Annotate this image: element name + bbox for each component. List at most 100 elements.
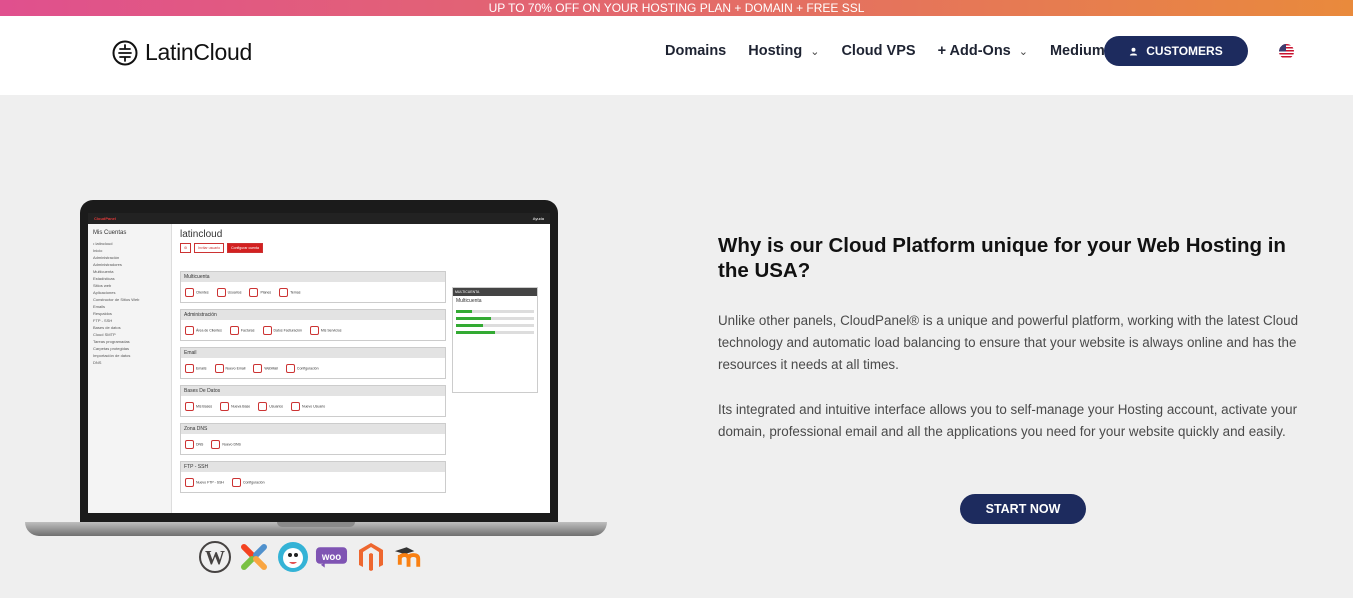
joomla-icon (237, 540, 270, 573)
cp-item-label: Nuevo Email (225, 365, 246, 370)
cp-sidebar-item: Importación de datos (93, 353, 131, 358)
cp-item-label: Nuevo DNS (222, 441, 241, 446)
cp-section-title: Email (181, 348, 445, 358)
cp-item-label: WebMail (264, 365, 278, 370)
laptop-screen-frame: CloudPanel Ayuda Mis Cuentas • latinclou… (80, 200, 558, 524)
cp-item-label: Nueva Base (231, 403, 251, 408)
cp-sidebar-item: Sitios web (93, 283, 112, 288)
cp-sidebar-item: Tareas programadas (93, 339, 130, 344)
nav-medium-label: Medium (1049, 43, 1105, 59)
cp-section-title: FTP - SSH (181, 462, 445, 472)
cp-buttons: ⚙ Invitar usuario Configurar cuenta (180, 243, 550, 253)
cp-item-label: Mis Bases (196, 403, 213, 408)
cp-sidebar-item: Aplicaciones (93, 290, 116, 295)
cp-item-label: Planes (260, 289, 272, 294)
cp-section-title: Administración (181, 310, 445, 320)
nav-cloud-vps[interactable]: Cloud VPS (841, 43, 915, 59)
nav-cloud-vps-label: Cloud VPS (841, 43, 916, 59)
user-icon (1130, 47, 1138, 56)
cp-section: Bases De Datos Mis Bases Nueva Base Usua… (180, 385, 446, 417)
cp-item-label: Facturas (240, 327, 255, 332)
laptop-notch (277, 522, 355, 527)
svg-text:W: W (205, 547, 225, 569)
us-flag-icon[interactable] (1279, 44, 1294, 59)
cp-sidebar-item: Multicuenta (93, 269, 114, 274)
cp-multicuenta-panel: MULTICUENTA Multicuenta (452, 287, 538, 393)
cp-sidebar-item: Emails (93, 304, 106, 309)
cp-topbar: CloudPanel Ayuda (88, 213, 550, 224)
cp-item-label: Nuevo FTP - SSH (196, 479, 224, 484)
cp-section-title: Multicuenta (181, 272, 445, 282)
cp-section-title: Zona DNS (181, 424, 445, 434)
customers-label: CUSTOMERS (1146, 44, 1223, 58)
cp-item: Usuarios (216, 287, 241, 297)
cp-section: Administración Área de Clientes Facturas… (180, 309, 446, 341)
cp-item: Mis Bases (185, 401, 213, 411)
cp-section-body: Nuevo FTP - SSH Configuración (181, 472, 445, 492)
nav-domains[interactable]: Domains (665, 43, 726, 59)
cp-section: FTP - SSH Nuevo FTP - SSH Configuración (180, 461, 446, 493)
cp-sidebar-item: Estadísticas (93, 276, 115, 281)
cp-sidebar-item: Bases de datos (93, 325, 121, 330)
site-header: LatinCloud Domains Hosting ⌄ Cloud VPS + … (0, 16, 1353, 94)
cp-item: DNS (185, 439, 204, 449)
cp-section-body: DNS Nuevo DNS (181, 434, 445, 454)
cp-sidebar-item: Administradores (93, 262, 122, 267)
cp-item-label: Mis Servicios (320, 327, 342, 332)
cp-sidebar: Mis Cuentas • latincloud Inicio Administ… (88, 224, 172, 513)
cp-sidebar-account: • latincloud (93, 241, 113, 246)
cp-sidebar-item: Administración (93, 255, 120, 260)
cp-item: Configuración (285, 363, 319, 373)
brand-name: LatinCloud (145, 39, 252, 65)
cp-sidebar-item: FTP - SSH (93, 318, 113, 323)
cloudpanel-screenshot: CloudPanel Ayuda Mis Cuentas • latinclou… (88, 213, 550, 513)
svg-text:woo: woo (321, 551, 341, 562)
cp-item-label: Configuración (296, 365, 319, 370)
customers-button[interactable]: CUSTOMERS (1104, 36, 1248, 66)
brand-logo[interactable]: LatinCloud (112, 39, 252, 66)
cp-sidebar-item: Inicio (93, 248, 103, 253)
cp-usage-bar (456, 331, 534, 334)
start-now-button[interactable]: START NOW (960, 494, 1086, 524)
cp-section-body: Mis Bases Nueva Base Usuarios Nuevo Usua… (181, 396, 445, 416)
nav-domains-label: Domains (665, 43, 727, 59)
cp-item-label: Configuración (242, 479, 265, 484)
cp-section-body: Emails Nuevo Email WebMail Configuración (181, 358, 445, 378)
cp-item: Nuevo DNS (211, 439, 241, 449)
cp-section: Zona DNS DNS Nuevo DNS (180, 423, 446, 455)
cp-title: latincloud (180, 229, 223, 240)
cp-item-label: Usuarios (269, 403, 284, 408)
cp-brand: CloudPanel (94, 216, 117, 221)
nav-hosting-label: Hosting (748, 43, 803, 59)
nav-medium[interactable]: Medium (1050, 43, 1105, 59)
cp-item: Nuevo Email (214, 363, 246, 373)
cp-usage-bar (456, 310, 534, 313)
nav-add-ons-label: + Add-Ons (937, 43, 1011, 59)
moodle-icon (393, 540, 426, 573)
hero-content: Why is our Cloud Platform unique for you… (718, 233, 1318, 443)
cp-sidebar-item: Respaldos (93, 311, 112, 316)
cp-invite-button: Invitar usuario (194, 243, 225, 253)
cp-item: Usuarios (258, 401, 284, 411)
cp-help: Ayuda (532, 216, 544, 221)
cp-section-body: Área de Clientes Facturas Datos Facturac… (181, 320, 445, 340)
promo-banner[interactable]: UP TO 70% OFF ON YOUR HOSTING PLAN + DOM… (0, 0, 1353, 16)
cp-item-label: Nuevo Usuario (302, 403, 326, 408)
laptop-mockup: CloudPanel Ayuda Mis Cuentas • latinclou… (25, 200, 607, 540)
app-logos: W woo (198, 540, 426, 573)
cp-item: WebMail (253, 363, 278, 373)
chevron-down-icon: ⌄ (810, 45, 820, 58)
cp-item: Nueva Base (220, 401, 251, 411)
cp-sidebar-item: Carpetas protegidas (93, 346, 130, 351)
cp-item-label: Datos Facturación (273, 327, 302, 332)
wordpress-icon: W (198, 540, 231, 573)
cp-section: Email Emails Nuevo Email WebMail Configu… (180, 347, 446, 379)
cp-item-label: DNS (196, 441, 204, 446)
woocommerce-icon: woo (315, 540, 348, 573)
nav-hosting[interactable]: Hosting ⌄ (748, 43, 819, 59)
cp-item: Área de Clientes (185, 325, 222, 335)
hero-paragraph-1: Unlike other panels, CloudPanel® is a un… (718, 313, 1299, 372)
cp-item: Nuevo Usuario (291, 401, 326, 411)
cp-panel-subtitle: Multicuenta (456, 298, 482, 304)
nav-add-ons[interactable]: + Add-Ons ⌄ (938, 43, 1028, 59)
